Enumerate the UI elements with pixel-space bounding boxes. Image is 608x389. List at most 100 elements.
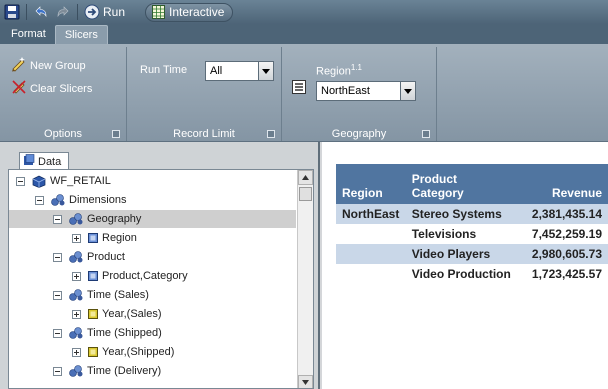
collapse-icon[interactable] <box>35 195 44 205</box>
region-select[interactable]: NorthEast <box>316 81 416 101</box>
redo-icon[interactable] <box>55 4 71 20</box>
tree-node[interactable]: Region <box>72 229 137 247</box>
record-limit-launcher-icon[interactable] <box>267 130 275 138</box>
tree-node-label: Year,(Sales) <box>102 308 162 320</box>
scroll-up-icon[interactable] <box>298 170 313 185</box>
tree-node-label: Geography <box>87 213 142 225</box>
run-icon <box>84 4 100 20</box>
interactive-button[interactable]: Interactive <box>145 2 234 22</box>
expand-icon[interactable] <box>72 347 81 357</box>
record-limit-group: Run Time All Record Limit <box>127 47 282 141</box>
column-header-revenue[interactable]: Revenue <box>516 164 608 204</box>
cell-region <box>336 224 406 244</box>
table-row: Video Production 1,723,425.57 <box>336 264 608 284</box>
run-label: Run <box>103 5 126 19</box>
hierarchy-icon <box>68 364 84 378</box>
tree-node-label: WF_RETAIL <box>50 175 111 187</box>
toolbar-separator <box>26 4 27 20</box>
data-tree: WF_RETAIL Dimensions Geography Region Produc… <box>8 169 314 389</box>
chevron-down-icon[interactable] <box>258 62 273 80</box>
geography-group: Region1.1 NorthEast Geography <box>282 47 437 141</box>
expand-icon[interactable] <box>72 309 81 319</box>
tree-node[interactable]: Year,(Shipped) <box>72 343 174 361</box>
tree-node[interactable]: Time (Shipped) <box>53 324 162 342</box>
collapse-icon[interactable] <box>53 214 62 224</box>
hierarchy-icon <box>68 250 84 264</box>
cell-revenue: 2,381,435.14 <box>516 204 608 224</box>
quick-access-toolbar: Run Interactive <box>0 0 608 24</box>
tree-node[interactable]: Year,(Sales) <box>72 305 162 323</box>
table-row: Televisions 7,452,259.19 <box>336 224 608 244</box>
options-launcher-icon[interactable] <box>112 130 120 138</box>
cell-region <box>336 264 406 284</box>
chevron-down-icon[interactable] <box>400 82 415 100</box>
ribbon-tabs: Format Slicers <box>0 24 608 44</box>
spreadsheet-icon <box>152 5 166 19</box>
tree-node[interactable]: Dimensions <box>35 191 126 209</box>
new-group-label: New Group <box>30 59 86 72</box>
hierarchy-icon <box>68 326 84 340</box>
data-panel: Data WF_RETAIL Dimensions Geography Region P… <box>0 142 320 389</box>
tab-format[interactable]: Format <box>2 25 55 44</box>
tree-node[interactable]: Product,Category <box>72 267 188 285</box>
tree-node[interactable]: Time (Delivery) <box>53 362 161 380</box>
scroll-down-icon[interactable] <box>298 375 313 388</box>
cube-icon <box>31 174 47 188</box>
ribbon: New Group Clear Slicers Options Run Time… <box>0 44 608 142</box>
date-field-icon <box>87 308 99 320</box>
run-time-select[interactable]: All <box>205 61 274 81</box>
tree-node-label: Year,(Shipped) <box>102 346 175 358</box>
cell-category: Stereo Systems <box>405 204 517 224</box>
table-header-row: Region Product Category Revenue <box>336 164 608 204</box>
tree-node[interactable]: Product <box>53 248 125 266</box>
save-icon[interactable] <box>4 4 20 20</box>
expand-icon[interactable] <box>72 233 81 243</box>
data-icon <box>23 154 35 169</box>
collapse-icon[interactable] <box>53 366 62 376</box>
app-window: Run Interactive Format Slicers New Group <box>0 0 608 389</box>
expand-icon[interactable] <box>72 271 81 281</box>
options-group: New Group Clear Slicers Options <box>0 47 127 141</box>
column-header-region[interactable]: Region <box>336 164 406 204</box>
tree-node[interactable]: Time (Sales) <box>53 286 149 304</box>
tab-data[interactable]: Data <box>19 152 69 170</box>
hierarchy-icon <box>68 212 84 226</box>
table-row: NorthEast Stereo Systems 2,381,435.14 <box>336 204 608 224</box>
tree-node-label: Time (Sales) <box>87 289 149 301</box>
run-button[interactable]: Run <box>84 4 125 20</box>
scroll-thumb[interactable] <box>299 187 312 201</box>
tab-slicers[interactable]: Slicers <box>54 25 108 44</box>
cell-revenue: 7,452,259.19 <box>516 224 608 244</box>
record-limit-group-label: Record Limit <box>173 128 235 140</box>
collapse-icon[interactable] <box>16 176 25 186</box>
run-time-label: Run Time <box>140 64 188 76</box>
field-icon <box>87 270 99 282</box>
data-tab-label: Data <box>38 155 62 168</box>
cell-region <box>336 244 406 264</box>
undo-icon[interactable] <box>33 4 49 20</box>
hierarchy-icon <box>68 288 84 302</box>
slicer-list-icon[interactable] <box>292 80 306 97</box>
tree-node[interactable]: Geography <box>9 210 296 228</box>
geography-launcher-icon[interactable] <box>422 130 430 138</box>
tree-node[interactable]: WF_RETAIL <box>16 172 111 190</box>
geography-group-label: Geography <box>331 128 387 140</box>
vertical-scrollbar[interactable] <box>297 170 313 388</box>
new-group-button[interactable]: New Group <box>11 56 86 75</box>
clear-slicers-icon <box>11 79 27 98</box>
collapse-icon[interactable] <box>53 290 62 300</box>
cell-category: Video Players <box>405 244 517 264</box>
cell-category: Video Production <box>405 264 517 284</box>
collapse-icon[interactable] <box>53 252 62 262</box>
tree-node-label: Time (Shipped) <box>87 327 162 339</box>
table-row: Video Players 2,980,605.73 <box>336 244 608 264</box>
region-superscript: 1.1 <box>350 63 362 72</box>
tree-node-label: Product <box>87 251 125 263</box>
cell-region: NorthEast <box>336 204 406 224</box>
column-header-category[interactable]: Product Category <box>405 164 517 204</box>
region-label: Region1.1 <box>316 63 362 78</box>
cell-revenue: 1,723,425.57 <box>516 264 608 284</box>
clear-slicers-button[interactable]: Clear Slicers <box>11 79 92 98</box>
tree-node-label: Product,Category <box>102 270 188 282</box>
collapse-icon[interactable] <box>53 328 62 338</box>
